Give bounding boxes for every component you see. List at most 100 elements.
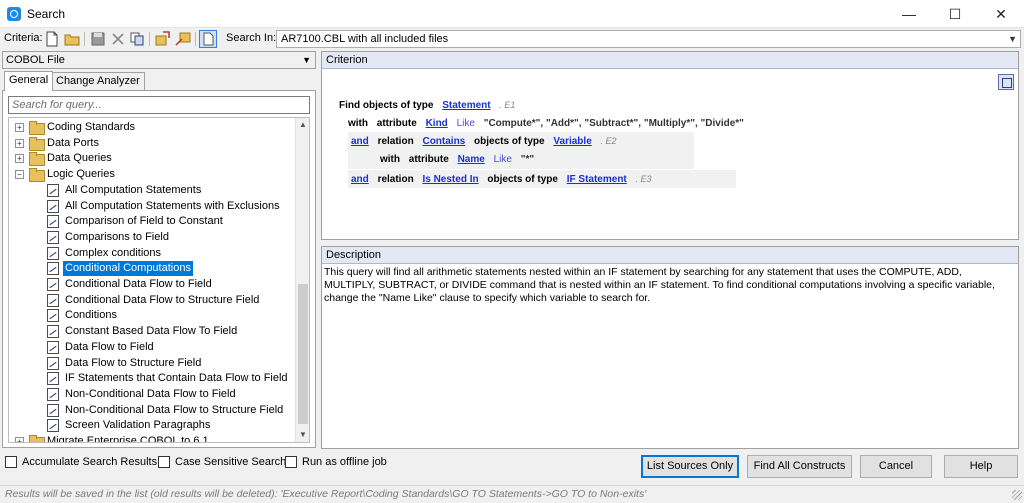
checkbox-box[interactable] (158, 456, 170, 468)
close-button[interactable]: ✕ (978, 0, 1024, 28)
tree-query-item[interactable]: Conditions (9, 308, 295, 323)
folder-icon (29, 152, 45, 167)
preview-icon[interactable] (199, 30, 217, 48)
tree-query-item[interactable]: Conditional Computations (9, 260, 295, 278)
export-icon[interactable] (175, 31, 191, 47)
and-link[interactable]: and (351, 174, 369, 185)
toolbar-separator (84, 32, 85, 46)
tab-general[interactable]: General (4, 71, 54, 91)
cancel-button[interactable]: Cancel (860, 455, 932, 478)
entity-type-link[interactable]: Statement (442, 100, 490, 111)
relation-nested-in-link[interactable]: Is Nested In (422, 174, 478, 185)
tree-folder[interactable]: + Migrate Enterprise COBOL to 6.1 (9, 434, 295, 442)
criterion-panel: Criterion Find objects of type Statement… (321, 51, 1019, 240)
delete-icon[interactable] (110, 31, 126, 47)
tab-content: Search for query... + Migrate Enterprise … (2, 90, 316, 448)
tree-query-item[interactable]: All Computation Statements (9, 183, 295, 198)
tree-query-item[interactable]: Comparisons to Field (9, 230, 295, 245)
tree-query-item[interactable]: Non-Conditional Data Flow to Field (9, 387, 295, 402)
tree-item-label[interactable]: Conditions (63, 308, 119, 323)
with-keyword: with (380, 154, 400, 165)
tree-folder[interactable]: + Coding Standards (9, 120, 295, 135)
tree-item-label[interactable]: All Computation Statements with Exclusio… (63, 199, 282, 214)
tree-query-item[interactable]: Conditional Data Flow to Structure Field (9, 293, 295, 308)
entity-if-statement-link[interactable]: IF Statement (567, 174, 627, 185)
attribute-name-link[interactable]: Name (458, 154, 485, 165)
like-operator[interactable]: Like (457, 118, 475, 129)
tree-item-label[interactable]: Data Queries (45, 151, 114, 166)
scroll-up-arrow[interactable]: ▲ (296, 118, 309, 132)
tree-item-label[interactable]: Conditional Computations (62, 260, 194, 278)
expand-icon[interactable]: + (15, 138, 24, 148)
tree-item-label[interactable]: Complex conditions (63, 246, 163, 261)
like-operator[interactable]: Like (494, 154, 512, 165)
entity-variable-link[interactable]: Variable (553, 136, 591, 147)
tree-query-item[interactable]: Data Flow to Field (9, 340, 295, 355)
tree-item-label[interactable]: Conditional Data Flow to Field (63, 277, 214, 292)
attribute-values[interactable]: "*" (521, 154, 534, 165)
scroll-down-arrow[interactable]: ▼ (296, 428, 309, 442)
tree-query-item[interactable]: IF Statements that Contain Data Flow to … (9, 371, 295, 386)
tree-scrollbar[interactable]: ▲ ▼ (295, 118, 309, 442)
tree-item-label[interactable]: Constant Based Data Flow To Field (63, 324, 239, 339)
tree-item-label[interactable]: IF Statements that Contain Data Flow to … (63, 371, 290, 386)
open-icon[interactable] (64, 31, 80, 47)
maximize-button[interactable]: ☐ (932, 0, 978, 28)
help-button[interactable]: Help (944, 455, 1018, 478)
criterion-options-icon[interactable] (998, 74, 1014, 90)
tree-query-item[interactable]: Screen Validation Paragraphs (9, 418, 295, 433)
tree-item-label[interactable]: Non-Conditional Data Flow to Structure F… (63, 403, 285, 418)
tree-item-label[interactable]: Coding Standards (45, 120, 137, 135)
list-sources-button[interactable]: List Sources Only (641, 455, 739, 478)
case-sensitive-checkbox[interactable]: Case Sensitive Search (158, 456, 286, 470)
tree-query-item[interactable]: All Computation Statements with Exclusio… (9, 199, 295, 214)
find-all-constructs-button[interactable]: Find All Constructs (747, 455, 852, 478)
attribute-values[interactable]: "Compute*", "Add*", "Subtract*", "Multip… (484, 118, 744, 129)
tree-query-item[interactable]: Conditional Data Flow to Field (9, 277, 295, 292)
accumulate-checkbox[interactable]: Accumulate Search Results (5, 456, 157, 470)
minimize-button[interactable]: — (886, 0, 932, 28)
search-in-dropdown[interactable]: AR7100.CBL with all included files ▼ (276, 30, 1021, 48)
tree-item-label[interactable]: Comparisons to Field (63, 230, 171, 245)
expand-icon[interactable]: + (15, 154, 24, 164)
scroll-thumb[interactable] (298, 284, 308, 424)
tab-change-analyzer[interactable]: Change Analyzer (51, 72, 145, 90)
relation-contains-link[interactable]: Contains (422, 136, 465, 147)
collapse-icon[interactable]: − (15, 170, 24, 180)
tree-item-label[interactable]: All Computation Statements (63, 183, 203, 198)
expand-icon[interactable]: + (15, 437, 24, 442)
tree-item-label[interactable]: Logic Queries (45, 167, 117, 182)
criterion-line-5: and relation Is Nested In objects of typ… (351, 172, 658, 187)
search-in-label: Search In: (226, 32, 277, 44)
tree-item-label[interactable]: Data Ports (45, 136, 101, 151)
new-icon[interactable] (44, 31, 60, 47)
resize-grip[interactable] (1012, 490, 1022, 500)
tree-item-label[interactable]: Migrate Enterprise COBOL to 6.1 (45, 434, 211, 442)
and-link[interactable]: and (351, 136, 369, 147)
attribute-kind-link[interactable]: Kind (426, 118, 448, 129)
checkbox-box[interactable] (5, 456, 17, 468)
save-icon[interactable] (90, 31, 106, 47)
scope-dropdown[interactable]: COBOL File ▼ (2, 51, 316, 69)
tree-folder[interactable]: − Logic Queries (9, 167, 295, 183)
tree-folder[interactable]: + Data Ports (9, 136, 295, 151)
tree-query-item[interactable]: Complex conditions (9, 246, 295, 261)
folder-icon (29, 168, 45, 183)
query-search-input[interactable]: Search for query... (8, 96, 310, 114)
tree-query-item[interactable]: Data Flow to Structure Field (9, 356, 295, 371)
tree-item-label[interactable]: Screen Validation Paragraphs (63, 418, 212, 433)
tree-item-label[interactable]: Comparison of Field to Constant (63, 214, 225, 229)
tree-query-item[interactable]: Comparison of Field to Constant (9, 214, 295, 229)
tree-item-label[interactable]: Data Flow to Structure Field (63, 356, 203, 371)
tree-item-label[interactable]: Non-Conditional Data Flow to Field (63, 387, 238, 402)
tree-item-label[interactable]: Data Flow to Field (63, 340, 156, 355)
tree-query-item[interactable]: Constant Based Data Flow To Field (9, 324, 295, 339)
import-icon[interactable] (155, 31, 171, 47)
checkbox-box[interactable] (285, 456, 297, 468)
tree-folder[interactable]: + Data Queries (9, 151, 295, 167)
tree-query-item[interactable]: Non-Conditional Data Flow to Structure F… (9, 403, 295, 418)
tree-item-label[interactable]: Conditional Data Flow to Structure Field (63, 293, 261, 308)
expand-icon[interactable]: + (15, 123, 24, 132)
copy-icon[interactable] (129, 31, 145, 47)
offline-job-checkbox[interactable]: Run as offline job (285, 456, 387, 470)
